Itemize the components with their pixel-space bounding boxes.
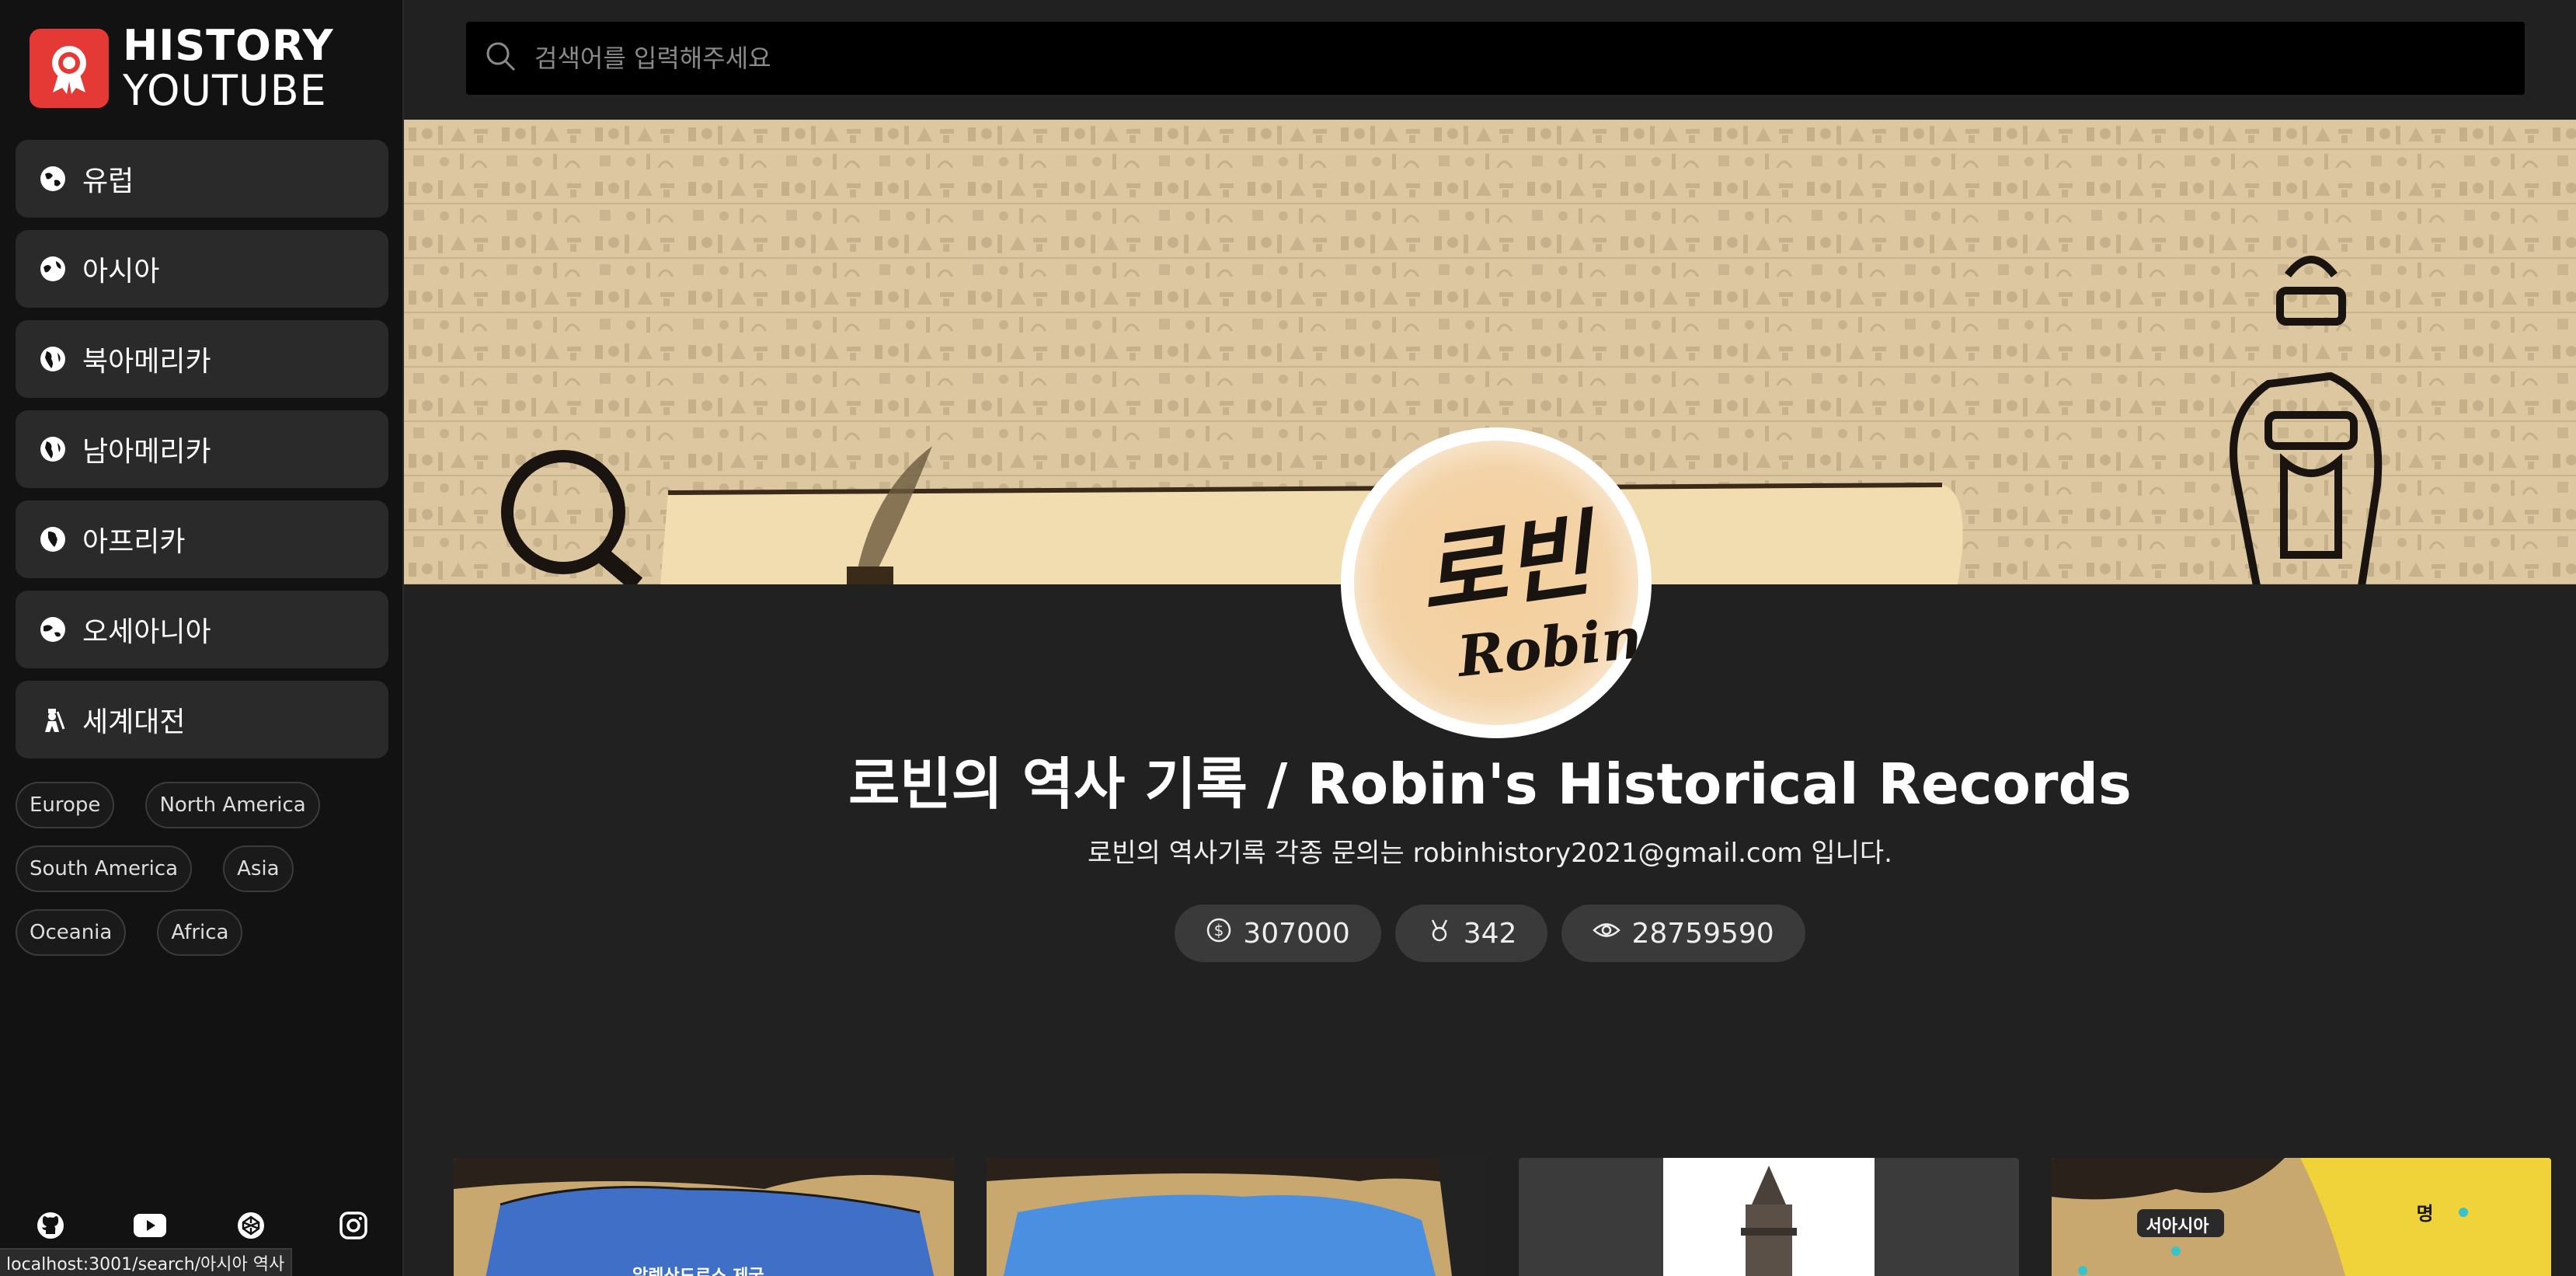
sidebar: HISTORY YOUTUBE 유럽 아시아 북아메리카 남아메리카 아프리카 … [0,0,404,1276]
instagram-icon[interactable] [337,1209,370,1242]
thumbnail-label: 알렉산드로스 제국 [632,1262,764,1276]
video-thumbnail[interactable]: 알렉산드로스 제국 [454,1158,954,1276]
view-count: 28759590 [1561,905,1805,962]
sidebar-item-label: 세계대전 [82,706,186,738]
tag-north-america[interactable]: North America [145,782,320,828]
globe-americas-icon [39,345,67,373]
globe-americas-icon [39,435,67,463]
sidebar-item-label: 아프리카 [82,526,186,558]
search-input[interactable] [534,44,2477,73]
sidebar-item-label: 남아메리카 [82,436,211,468]
video-count: 342 [1394,905,1548,962]
tag-list: Europe North America South America Asia … [16,782,388,973]
medal-icon [1426,917,1453,950]
sidebar-item-europe[interactable]: 유럽 [16,140,388,218]
video-grid: 알렉산드로스 제국 [454,1158,2551,1276]
video-thumbnail[interactable]: 서아시아 명 [2051,1158,2551,1276]
codepen-icon[interactable] [235,1209,267,1242]
video-thumbnail[interactable] [986,1158,1486,1276]
sidebar-item-oceania[interactable]: 오세아니아 [16,591,388,668]
subscriber-count: $ 307000 [1175,905,1381,962]
sidebar-item-asia[interactable]: 아시아 [16,230,388,308]
sidebar-item-south-america[interactable]: 남아메리카 [16,410,388,488]
channel-stats: $ 307000 342 28759590 [404,905,2576,962]
tag-south-america[interactable]: South America [16,845,193,892]
sidebar-item-label: 북아메리카 [82,346,211,378]
video-thumbnail[interactable] [1519,1158,2019,1276]
subscriber-value: 307000 [1243,917,1350,950]
social-links [0,1209,404,1248]
view-value: 28759590 [1631,917,1774,950]
logo-subtitle: YOUTUBE [123,66,327,115]
sidebar-item-label: 아시아 [82,256,160,288]
sidebar-item-label: 유럽 [82,166,134,197]
main-content: 로빈 Robin 로빈의 역사 기록 / Robin's Historical … [404,0,2576,1276]
github-icon[interactable] [34,1209,67,1242]
app-root: HISTORY YOUTUBE 유럽 아시아 북아메리카 남아메리카 아프리카 … [0,0,2576,1276]
sidebar-item-label: 오세아니아 [82,616,211,648]
tag-asia[interactable]: Asia [223,845,294,892]
status-bar-url: localhost:3001/search/아시아 역사 [0,1248,293,1276]
globe-oceania-icon [39,615,67,643]
channel-title: 로빈의 역사 기록 / Robin's Historical Records [848,751,2132,817]
search-icon [485,40,517,76]
thumbnail-label: 서아시아 [2146,1217,2209,1236]
logo[interactable]: HISTORY YOUTUBE [30,25,334,112]
globe-europe-icon [39,165,67,193]
soldier-icon [39,706,67,734]
sidebar-item-north-america[interactable]: 북아메리카 [16,320,388,398]
logo-title: HISTORY [123,21,334,70]
award-icon [30,29,109,108]
tag-africa[interactable]: Africa [157,909,243,956]
youtube-icon[interactable] [134,1209,166,1242]
sidebar-item-world-war[interactable]: 세계대전 [16,681,388,758]
channel-description: 로빈의 역사기록 각종 문의는 robinhistory2021@gmail.c… [1088,838,1892,869]
video-value: 342 [1463,917,1517,950]
region-nav: 유럽 아시아 북아메리카 남아메리카 아프리카 오세아니아 세계대전 [16,140,388,771]
eye-icon [1593,917,1621,950]
dollar-icon: $ [1206,917,1232,950]
globe-africa-icon [39,525,67,553]
svg-text:$: $ [1214,921,1224,940]
thumbnail-label: 명 [2416,1203,2434,1225]
sidebar-item-africa[interactable]: 아프리카 [16,500,388,578]
tag-europe[interactable]: Europe [16,782,115,828]
channel-avatar: 로빈 Robin [1341,427,1652,738]
search-bar [466,22,2525,95]
globe-asia-icon [39,255,67,283]
tag-oceania[interactable]: Oceania [16,909,127,956]
